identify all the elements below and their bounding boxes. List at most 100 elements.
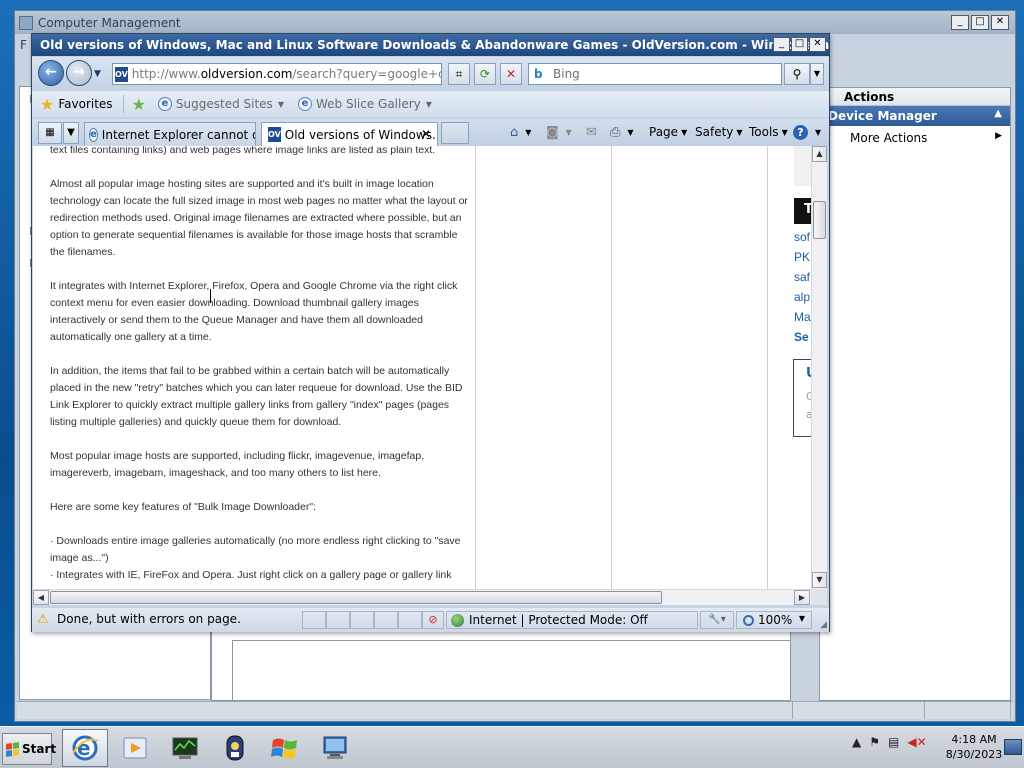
- system-clock[interactable]: 4:18 AM 8/30/2023: [944, 732, 1004, 762]
- url-domain: oldversion.com: [200, 67, 293, 81]
- resize-grip[interactable]: ◢: [820, 620, 827, 630]
- horizontal-scroll-thumb[interactable]: [50, 591, 662, 604]
- recent-pages-dropdown[interactable]: ▼: [94, 69, 101, 79]
- horizontal-scrollbar[interactable]: ◀ ▶: [33, 589, 811, 605]
- actions-more-actions[interactable]: More Actions ▶: [820, 126, 1010, 145]
- taskbar-computer-management[interactable]: [212, 729, 258, 767]
- taskbar-remote-desktop[interactable]: [312, 729, 358, 767]
- printer-icon: ⎙: [610, 125, 621, 140]
- cm-center-pane: [211, 631, 791, 701]
- separator: [122, 95, 124, 113]
- ie-window-title: Old versions of Windows, Mac and Linux S…: [40, 38, 829, 52]
- scroll-up-button[interactable]: ▲: [812, 146, 827, 162]
- status-cell: [374, 611, 398, 629]
- sidebar-link[interactable]: Ma: [794, 310, 811, 324]
- refresh-button[interactable]: ⟳: [474, 63, 496, 85]
- windows-logo-icon: [271, 738, 297, 759]
- sidebar-link[interactable]: alp: [794, 290, 810, 304]
- suggested-sites-button[interactable]: e Suggested Sites ▼: [157, 97, 284, 111]
- back-button[interactable]: ←: [38, 60, 64, 86]
- ie-window-controls: _ □ ✕: [773, 37, 826, 52]
- cm-title: Computer Management: [38, 15, 181, 30]
- computer-management-icon: [226, 735, 244, 761]
- print-button[interactable]: ⎙ ▼: [610, 125, 634, 140]
- sidebar-link[interactable]: sof: [794, 230, 810, 244]
- scroll-down-button[interactable]: ▼: [812, 572, 827, 588]
- page-menu[interactable]: Page ▼: [649, 125, 687, 139]
- help-button[interactable]: ? ▼: [793, 125, 821, 140]
- sidebar-link[interactable]: Se: [794, 330, 809, 344]
- volume-muted-icon[interactable]: ◀✕: [907, 735, 926, 749]
- internet-explorer-window[interactable]: e Old versions of Windows, Mac and Linux…: [31, 33, 830, 632]
- address-url[interactable]: http://www.oldversion.com/search?query=g…: [132, 67, 441, 81]
- add-to-favorites-bar-button[interactable]: ★: [132, 95, 150, 114]
- tab-old-versions[interactable]: OV Old versions of Windows... ✕: [261, 122, 438, 146]
- cm-window-controls: _ □ ✕: [951, 15, 1009, 30]
- page-content[interactable]: text files containing links) and web pag…: [33, 146, 813, 589]
- collapse-up-icon[interactable]: ▲: [994, 108, 1002, 119]
- search-options-dropdown[interactable]: ▼: [810, 63, 824, 85]
- security-zone[interactable]: Internet | Protected Mode: Off: [446, 611, 698, 629]
- tab-row: ▦ ▼ e Internet Explorer cannot dis... OV…: [32, 119, 829, 146]
- dropdown-caret-icon: ▼: [277, 99, 284, 109]
- cm-title-bar[interactable]: Computer Management: [15, 11, 1015, 34]
- status-cell: [302, 611, 326, 629]
- search-input[interactable]: b Bing: [528, 63, 782, 85]
- close-tab-icon[interactable]: ✕: [421, 127, 431, 141]
- blocked-content-icon[interactable]: ⊘: [422, 611, 444, 629]
- favorites-button[interactable]: ★ Favorites: [40, 95, 113, 114]
- show-hidden-icons-icon[interactable]: ▲: [852, 735, 861, 749]
- taskbar-system-monitor[interactable]: [162, 729, 208, 767]
- close-button[interactable]: ✕: [991, 15, 1009, 30]
- feeds-button[interactable]: ◙ ▼: [546, 125, 572, 140]
- new-tab-button[interactable]: [441, 122, 469, 144]
- maximize-button[interactable]: □: [971, 15, 989, 30]
- taskbar-media-player[interactable]: [112, 729, 158, 767]
- scroll-left-button[interactable]: ◀: [33, 590, 49, 605]
- tools-menu[interactable]: Tools ▼: [749, 125, 788, 139]
- address-bar[interactable]: OV http://www.oldversion.com/search?quer…: [112, 63, 442, 85]
- actions-device-manager[interactable]: Device Manager ▲: [820, 106, 1010, 126]
- home-button[interactable]: ⌂ ▼: [510, 125, 531, 140]
- ie-title-bar[interactable]: e Old versions of Windows, Mac and Linux…: [32, 34, 829, 56]
- safety-menu[interactable]: Safety ▼: [695, 125, 743, 139]
- quick-tabs-button[interactable]: ▦: [38, 122, 62, 144]
- taskbar-windows-logo[interactable]: [262, 729, 308, 767]
- warning-icon[interactable]: ⚠: [37, 612, 49, 627]
- maximize-button[interactable]: □: [791, 37, 808, 52]
- minimize-button[interactable]: _: [951, 15, 969, 30]
- add-ons-button[interactable]: 🔧▾: [700, 611, 734, 629]
- network-icon[interactable]: ▤: [888, 735, 899, 749]
- taskbar-internet-explorer[interactable]: e: [62, 729, 108, 767]
- sidebar-link[interactable]: saf: [794, 270, 810, 284]
- stop-button[interactable]: ✕: [500, 63, 522, 85]
- favorites-star-icon: ★: [40, 94, 55, 114]
- scroll-right-button[interactable]: ▶: [794, 590, 810, 605]
- tab-ie-cannot-display[interactable]: e Internet Explorer cannot dis...: [84, 122, 256, 146]
- internet-explorer-icon: e: [72, 735, 99, 761]
- site-favicon: OV: [268, 127, 281, 142]
- search-button[interactable]: ⚲: [784, 63, 810, 85]
- start-button[interactable]: Start: [2, 733, 56, 765]
- zoom-icon: [743, 615, 754, 626]
- scroll-thumb[interactable]: [813, 201, 826, 239]
- tools-menu-label: Tools: [749, 125, 779, 139]
- status-cell: [350, 611, 374, 629]
- compatibility-view-button[interactable]: ⌗: [448, 63, 470, 85]
- dropdown-caret-icon: ▼: [736, 127, 743, 137]
- close-button[interactable]: ✕: [809, 37, 826, 52]
- ie-page-icon: e: [89, 127, 98, 142]
- read-mail-button[interactable]: ✉: [586, 125, 601, 140]
- ie-page-icon: e: [157, 97, 172, 111]
- action-center-flag-icon[interactable]: ⚑: [869, 735, 880, 749]
- dropdown-caret-icon: ▼: [425, 99, 432, 109]
- article-paragraph: In addition, the items that fail to be g…: [50, 365, 463, 428]
- sidebar-link[interactable]: PK: [794, 250, 810, 264]
- zoom-button[interactable]: 100% ▼: [736, 611, 812, 629]
- forward-button[interactable]: →: [66, 60, 92, 86]
- minimize-button[interactable]: _: [773, 37, 790, 52]
- show-desktop-button[interactable]: [1004, 739, 1022, 755]
- web-slice-gallery-button[interactable]: e Web Slice Gallery ▼: [297, 97, 432, 111]
- vertical-scrollbar[interactable]: ▲ ▼: [811, 146, 827, 589]
- tab-list-dropdown[interactable]: ▼: [63, 122, 79, 144]
